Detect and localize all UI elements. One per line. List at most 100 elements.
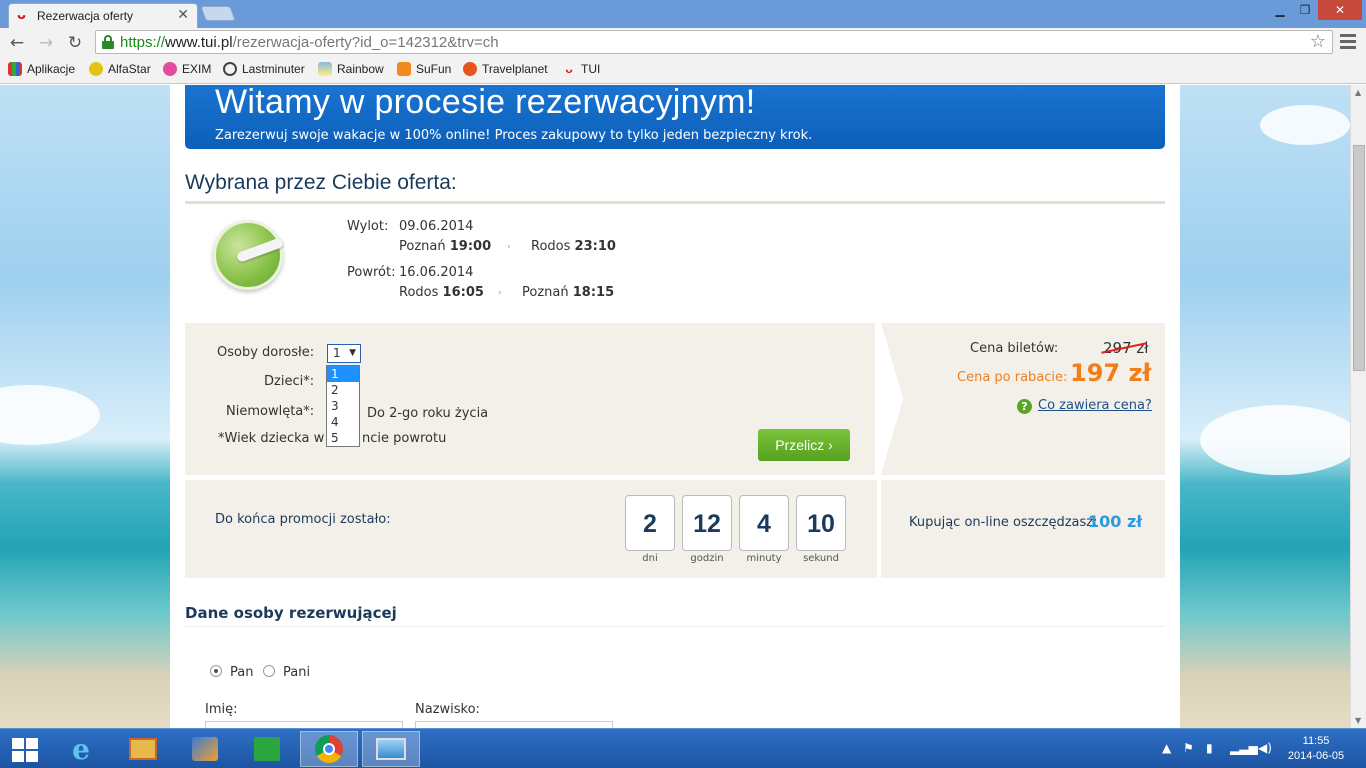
clock-time: 11:55 [1302,735,1330,747]
browser-tab[interactable]: ᴗ Rezerwacja oferty ✕ [8,3,198,28]
age-note: *Wiek dziecka w [218,431,325,446]
forward-arrow-icon[interactable]: → [35,32,57,54]
discount-price: 197 zł [1070,359,1152,387]
speaker-icon[interactable]: ◀) [1258,741,1272,755]
clock-date: 2014-06-05 [1287,750,1345,762]
bookmark-lastminuter[interactable]: Lastminuter [223,62,305,76]
countdown-seconds-label: sekund [803,553,839,564]
minimize-button[interactable]: ▁ [1268,0,1292,20]
adults-dropdown-list[interactable]: 1 2 3 4 5 [326,365,360,447]
banner-subtitle: Zarezerwuj swoje wakacje w 100% online! … [215,128,813,143]
countdown-minutes: 4 [739,495,789,551]
welcome-banner: Witamy w procesie rezerwacyjnym! Zarezer… [185,85,1165,149]
radio-mr-label: Pan [230,665,254,680]
chrome-menu-icon[interactable] [1340,34,1356,50]
adults-option[interactable]: 5 [327,430,359,446]
bookmark-sufun[interactable]: SuFun [397,62,451,76]
bookmark-travelplanet[interactable]: Travelplanet [463,62,548,76]
show-hidden-icons-icon[interactable]: ▲ [1162,741,1171,755]
close-window-button[interactable]: ✕ [1318,0,1362,20]
windows-start-icon[interactable] [12,738,38,762]
tui-smile-icon: ᴗ [565,62,573,76]
return-date: 16.06.2014 [399,265,474,280]
tickets-price-label: Cena biletów: [970,341,1059,356]
return-to: Poznań 18:15 [522,285,615,300]
divider [185,201,1165,204]
countdown-seconds: 10 [796,495,846,551]
chevron-down-icon: ▼ [349,348,356,358]
back-arrow-icon[interactable]: ← [6,32,28,54]
countdown-days-label: dni [642,553,658,564]
children-label: Dzieci*: [264,374,315,389]
apps-grid-icon [8,62,22,76]
bookmark-star-icon[interactable]: ☆ [1310,31,1326,52]
bookmark-rainbow[interactable]: Rainbow [318,62,384,76]
first-name-label: Imię: [205,702,238,717]
url-text: https://www.tui.pl/rezerwacja-oferty?id_… [120,34,499,51]
arrow-right-icon: › [507,242,511,252]
recalculate-button[interactable]: Przelicz › [758,429,850,461]
flag-icon[interactable]: ⚑ [1183,741,1194,755]
maximize-button[interactable]: ❐ [1293,0,1317,20]
countdown-minutes-label: minuty [746,553,782,564]
address-bar[interactable]: https://www.tui.pl/rezerwacja-oferty?id_… [95,30,1333,54]
bookmarks-bar: Aplikacje AlfaStar EXIM Lastminuter Rain… [0,58,1366,84]
countdown-days: 2 [625,495,675,551]
adults-label: Osoby dorosłe: [217,345,315,360]
promo-label: Do końca promocji zostało: [215,512,391,527]
flight-globe-icon [213,220,285,290]
departure-date: 09.06.2014 [399,219,474,234]
sufun-icon [397,62,411,76]
new-tab-button[interactable] [200,6,236,21]
lock-icon [102,35,114,49]
media-app-icon[interactable] [176,731,234,767]
age-note-end: ncie powrotu [362,431,447,446]
internet-explorer-icon[interactable]: e [52,731,110,767]
chrome-taskbar-icon[interactable] [300,731,358,767]
bookmark-tui[interactable]: ᴗ TUI [562,62,600,76]
alfastar-icon [89,62,103,76]
reload-icon[interactable]: ↻ [64,32,86,54]
scroll-thumb[interactable] [1353,145,1365,371]
travelplanet-icon [463,62,477,76]
countdown-hours-label: godzin [690,553,724,564]
background-cloud [0,385,100,445]
rainbow-icon [318,62,332,76]
booking-panel: Witamy w procesie rezerwacyjnym! Zarezer… [170,85,1180,728]
vertical-scrollbar[interactable]: ▲ ▼ [1350,85,1366,728]
bookmark-alfastar[interactable]: AlfaStar [89,62,151,76]
last-name-input[interactable] [415,721,613,728]
clock-icon [223,62,237,76]
adults-option[interactable]: 3 [327,398,359,414]
windows-taskbar: e ▲ ⚑ ▮ ▂▃▅ ◀) 11:55 2014-06-05 [0,728,1366,768]
first-name-input[interactable] [205,721,403,728]
price-info-link[interactable]: Co zawiera cena? [1038,398,1152,413]
last-name-label: Nazwisko: [415,702,480,717]
adults-option[interactable]: 4 [327,414,359,430]
background-cloud [1200,405,1350,475]
return-from: Rodos 16:05 [399,285,484,300]
radio-mrs[interactable] [263,665,275,677]
photo-viewer-icon[interactable] [362,731,420,767]
network-signal-icon[interactable]: ▂▃▅ [1230,741,1258,755]
scroll-up-icon[interactable]: ▲ [1355,88,1361,97]
radio-mr[interactable] [210,665,222,677]
scroll-down-icon[interactable]: ▼ [1355,716,1361,725]
folder-icon[interactable] [114,731,172,767]
tab-close-icon[interactable]: ✕ [177,7,189,23]
adults-option[interactable]: 2 [327,382,359,398]
bookmark-apps[interactable]: Aplikacje [8,62,75,76]
bookmark-exim[interactable]: EXIM [163,62,211,76]
exim-icon [163,62,177,76]
system-clock[interactable]: 11:55 2014-06-05 [1286,734,1346,764]
discount-price-label: Cena po rabacie: [957,370,1068,385]
question-icon[interactable]: ? [1017,399,1032,414]
battery-icon[interactable]: ▮ [1206,741,1213,755]
adults-select[interactable]: 1 ▼ [327,344,361,363]
departure-label: Wylot: [347,219,389,234]
booker-section-title: Dane osoby rezerwującej [185,604,397,622]
store-icon[interactable] [238,731,296,767]
adults-option[interactable]: 1 [327,366,359,382]
departure-from: Poznań 19:00 [399,239,492,254]
radio-mrs-label: Pani [283,665,311,680]
